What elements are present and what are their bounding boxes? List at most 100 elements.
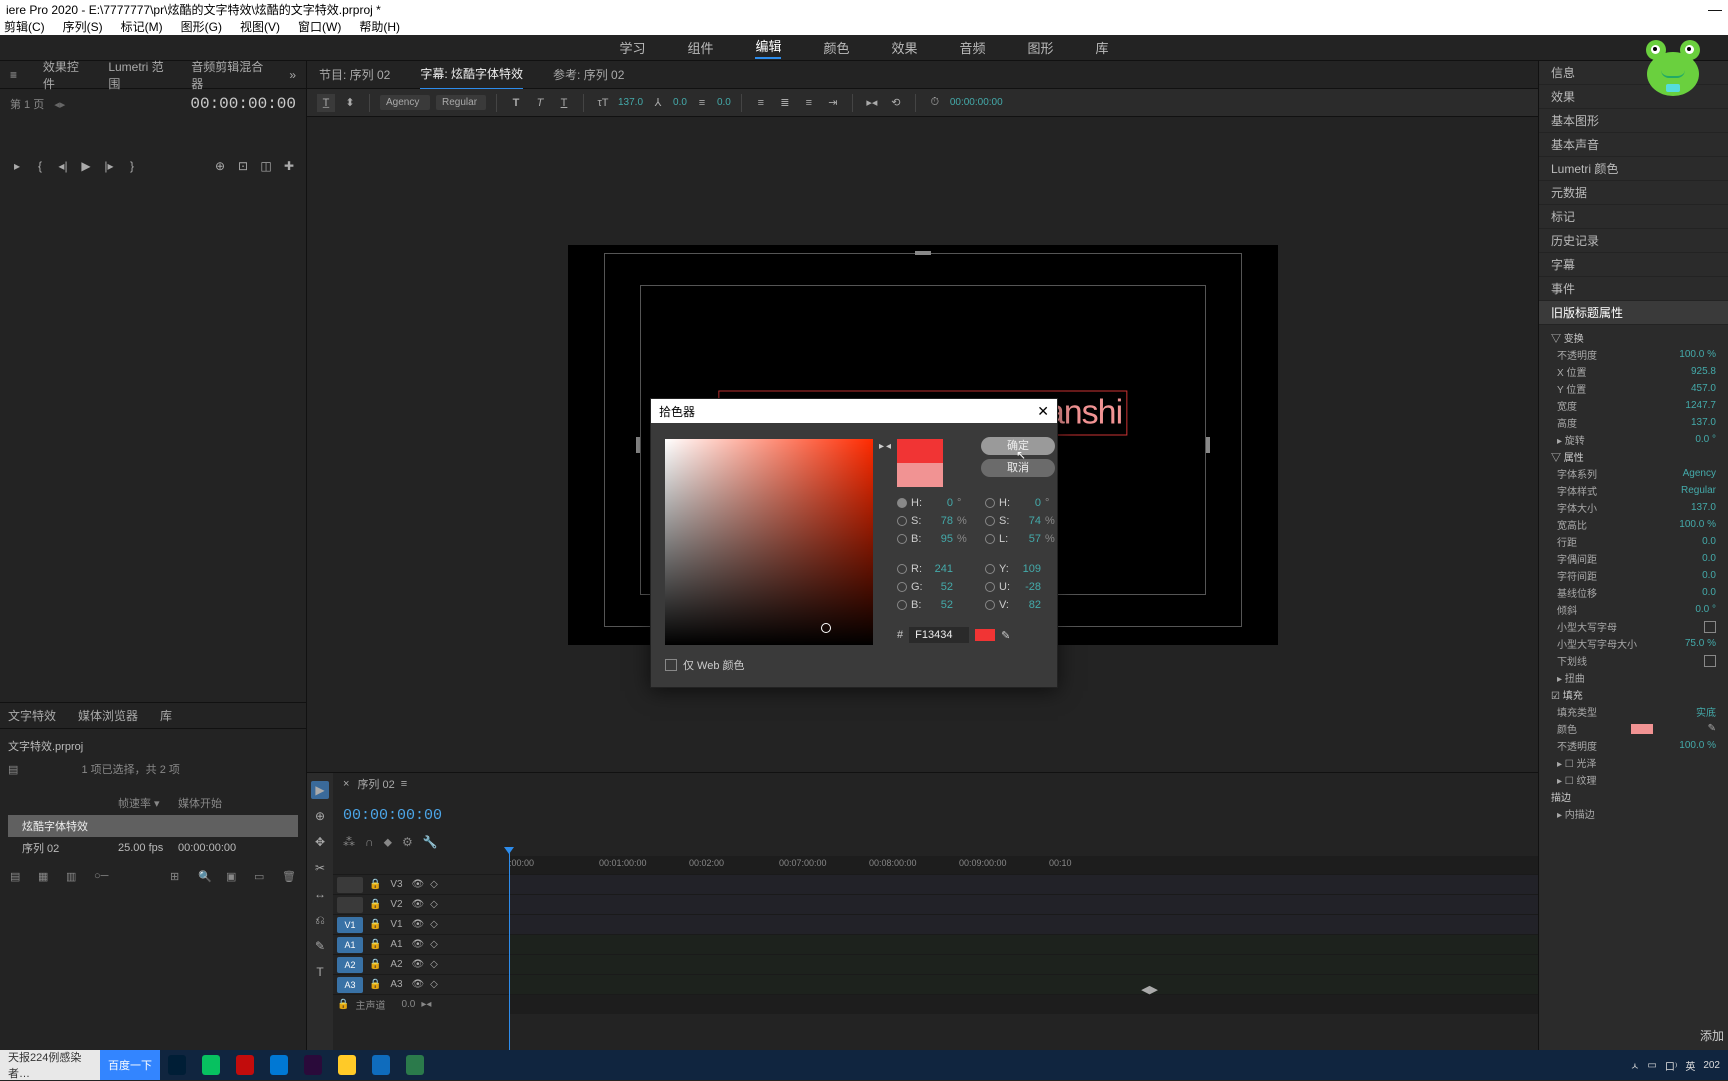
taskbar-baidu[interactable]: 百度一下 <box>100 1050 160 1080</box>
prop-row[interactable]: 行距0.0 <box>1539 533 1728 550</box>
icon-view-icon[interactable]: ▦ <box>38 870 52 884</box>
sync-icon[interactable]: ⟲ <box>887 94 905 112</box>
prop-row[interactable]: 字符间距0.0 <box>1539 567 1728 584</box>
color-field-H:[interactable]: H:0° <box>985 497 1055 509</box>
align-right-icon[interactable]: ≡ <box>800 94 818 112</box>
overwrite-icon[interactable]: ⊡ <box>236 159 250 173</box>
tray-item[interactable]: ▭ <box>1647 1060 1656 1071</box>
linked-sel-icon[interactable]: ∩ <box>365 835 374 850</box>
timeline-tool[interactable]: ⊕ <box>311 807 329 825</box>
track-V2[interactable]: 🔒V2👁◇ <box>333 894 1538 914</box>
page-prev-icon[interactable]: ◂▸ <box>54 98 65 111</box>
panel-tab[interactable]: 字幕 <box>1539 253 1728 277</box>
tab-reference[interactable]: 参考: 序列 02 <box>553 66 624 83</box>
timeline-menu-icon[interactable] <box>401 778 413 790</box>
tab-audio-mixer[interactable]: 音频剪辑混合器 <box>191 58 267 92</box>
settings-icon[interactable]: ⚙ <box>402 835 413 850</box>
panel-menu-icon[interactable] <box>10 68 21 82</box>
old-color-swatch[interactable] <box>897 463 943 487</box>
panel-tab[interactable]: 标记 <box>1539 205 1728 229</box>
snap-icon[interactable]: ⁂ <box>343 835 355 850</box>
new-bin-icon[interactable]: ▣ <box>226 870 240 884</box>
bin-icon[interactable]: ▤ <box>8 764 18 776</box>
trash-icon[interactable]: 🗑 <box>282 870 296 884</box>
panel-tab[interactable]: 事件 <box>1539 277 1728 301</box>
show-video-icon[interactable]: ▸◂ <box>863 94 881 112</box>
menu-item[interactable]: 标记(M) <box>121 18 163 35</box>
menu-item[interactable]: 窗口(W) <box>298 18 341 35</box>
color-field-R:[interactable]: R:241 <box>897 563 967 575</box>
tab-lumetri-scopes[interactable]: Lumetri 范围 <box>108 58 169 92</box>
frame-fwd-icon[interactable]: |▸ <box>102 159 116 173</box>
color-field-B:[interactable]: B:95% <box>897 533 967 545</box>
timeline-tool[interactable]: ↔ <box>311 885 329 903</box>
timeline-tool[interactable]: ✥ <box>311 833 329 851</box>
taskbar-news[interactable]: 天报224例感染者… <box>0 1050 100 1080</box>
prop-row[interactable]: 高度137.0 <box>1539 414 1728 431</box>
taskbar-app-wechat[interactable] <box>194 1050 228 1080</box>
align-left-icon[interactable]: ≡ <box>752 94 770 112</box>
track-V3[interactable]: 🔒V3👁◇ <box>333 874 1538 894</box>
font-weight-select[interactable]: Regular <box>436 95 486 110</box>
menu-item[interactable]: 帮助(H) <box>359 18 400 35</box>
workspace-tab[interactable]: 学习 <box>619 38 645 57</box>
track-A2[interactable]: A2🔒A2👁◇ <box>333 954 1538 974</box>
prop-row[interactable]: 字偶间距0.0 <box>1539 550 1728 567</box>
prop-row[interactable]: 倾斜0.0 ° <box>1539 601 1728 618</box>
workspace-tab[interactable]: 组件 <box>687 38 713 57</box>
hex-input[interactable]: F13434 <box>909 627 969 643</box>
add-button[interactable]: 添加 <box>1700 1027 1724 1044</box>
tab-media-browser[interactable]: 媒体浏览器 <box>78 707 138 724</box>
workspace-tab[interactable]: 编辑 <box>755 36 781 59</box>
panel-tab[interactable]: 历史记录 <box>1539 229 1728 253</box>
window-minimize[interactable]: — <box>1708 1 1722 16</box>
bold-icon[interactable]: T <box>507 94 525 112</box>
tab-effect-controls[interactable]: 效果控件 <box>43 58 86 92</box>
freeform-view-icon[interactable]: ▥ <box>66 870 80 884</box>
track-V1[interactable]: V1🔒V1👁◇ <box>333 914 1538 934</box>
tab-libraries[interactable]: 库 <box>160 707 172 724</box>
timeline-tool[interactable]: ✂ <box>311 859 329 877</box>
title-type-icon[interactable]: T̲ <box>317 94 335 112</box>
color-field-V:[interactable]: V:82 <box>985 599 1055 611</box>
eyedropper-icon[interactable]: ✎ <box>1001 629 1010 642</box>
workspace-tab[interactable]: 效果 <box>892 38 918 57</box>
tabs-overflow-icon[interactable]: » <box>289 68 296 82</box>
prop-row[interactable]: 字体大小137.0 <box>1539 499 1728 516</box>
font-family-select[interactable]: Agency <box>380 95 430 110</box>
prop-row[interactable]: 不透明度100.0 % <box>1539 737 1728 754</box>
find-icon[interactable]: 🔍 <box>198 870 212 884</box>
new-item-icon[interactable]: ▭ <box>254 870 268 884</box>
tab-title[interactable]: 字幕: 炫酷字体特效 <box>420 65 523 90</box>
export-frame-icon[interactable]: ◫ <box>259 159 273 173</box>
prop-row[interactable]: Y 位置457.0 <box>1539 380 1728 397</box>
taskbar-app-explorer[interactable] <box>330 1050 364 1080</box>
panel-tab[interactable]: 旧版标题属性 <box>1539 301 1728 325</box>
panel-tab[interactable]: 基本图形 <box>1539 109 1728 133</box>
color-field-Y:[interactable]: Y:109 <box>985 563 1055 575</box>
mark-in-icon[interactable]: ▸ <box>10 159 24 173</box>
track-A1[interactable]: A1🔒A1👁◇ <box>333 934 1538 954</box>
tray-item[interactable]: ㅅ <box>1630 1058 1639 1073</box>
color-field-H:[interactable]: H:0° <box>897 497 967 509</box>
prop-row[interactable]: 字体系列Agency <box>1539 465 1728 482</box>
step-back-icon[interactable]: { <box>33 159 47 173</box>
panel-tab[interactable]: 元数据 <box>1539 181 1728 205</box>
taskbar-app-dl[interactable] <box>398 1050 432 1080</box>
play-icon[interactable]: ▶ <box>79 159 93 173</box>
kerning-value[interactable]: 0.0 <box>673 97 687 108</box>
tray-item[interactable]: 202 <box>1703 1060 1720 1071</box>
tray-item[interactable]: 英 <box>1685 1058 1695 1073</box>
taskbar-app-pr[interactable] <box>296 1050 330 1080</box>
prop-row[interactable]: 基线位移0.0 <box>1539 584 1728 601</box>
zoom-slider[interactable]: ○─ <box>94 870 108 884</box>
align-center-icon[interactable]: ≣ <box>776 94 794 112</box>
prop-row[interactable]: 宽度1247.7 <box>1539 397 1728 414</box>
taskbar-app-f[interactable] <box>262 1050 296 1080</box>
handle-right[interactable] <box>1206 437 1210 453</box>
list-view-icon[interactable]: ▤ <box>10 870 24 884</box>
tray-item[interactable]: 口⁾ <box>1665 1058 1677 1073</box>
track-A3[interactable]: A3🔒A3👁◇ <box>333 974 1538 994</box>
auto-sequence-icon[interactable]: ⊞ <box>170 870 184 884</box>
timeline-tool[interactable]: ✎ <box>311 937 329 955</box>
